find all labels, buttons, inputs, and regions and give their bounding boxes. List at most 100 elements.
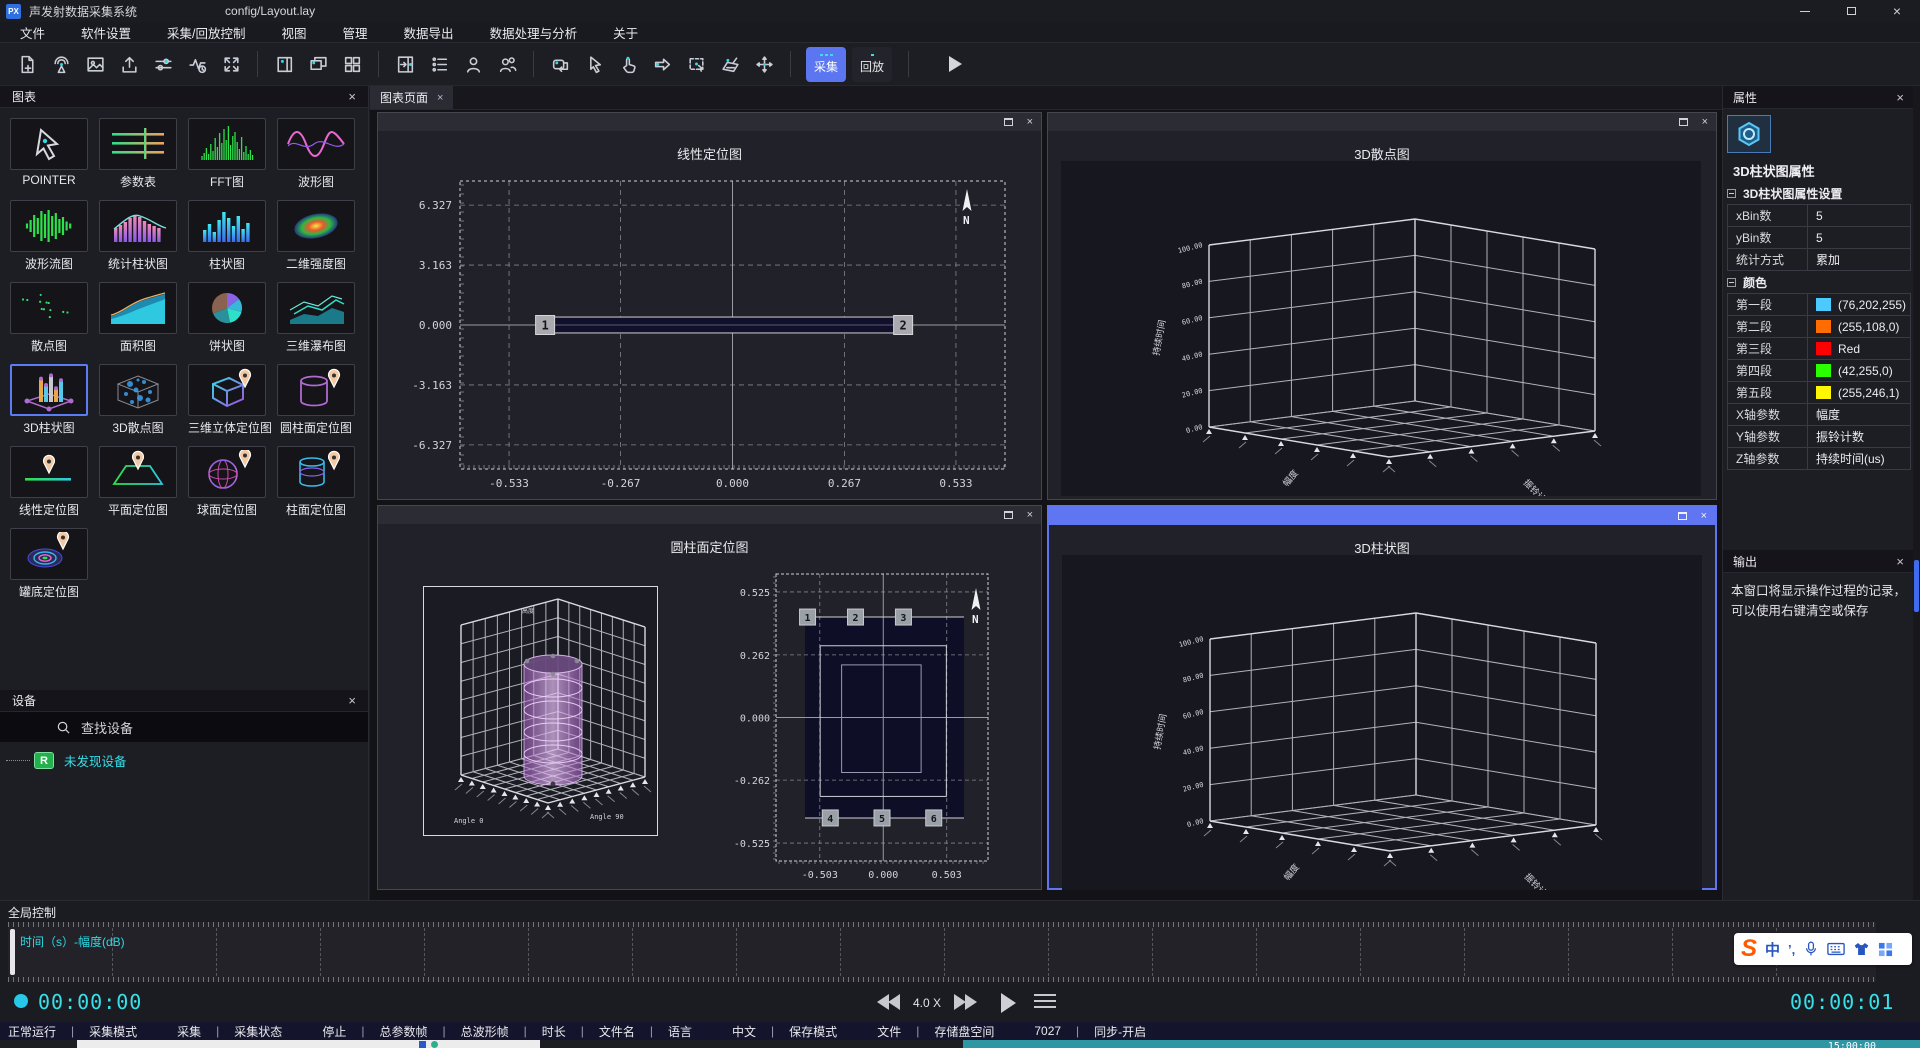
- step-forward-icon[interactable]: [645, 49, 679, 79]
- record-signal-icon[interactable]: [44, 49, 78, 79]
- property-value[interactable]: (255,246,1): [1808, 382, 1910, 403]
- property-row[interactable]: 统计方式 累加: [1728, 249, 1911, 271]
- toolbox-grid-icon[interactable]: [1878, 942, 1893, 957]
- property-row[interactable]: 第四段 (42,255,0): [1728, 360, 1911, 382]
- property-value[interactable]: (42,255,0): [1808, 360, 1910, 381]
- close-button[interactable]: ×: [1874, 0, 1920, 22]
- panel-linear-locator[interactable]: × 线性定位图 6.3273.1630.000-3.163-6.327-0.53…: [377, 112, 1042, 500]
- chart-type-area[interactable]: 面积图: [99, 282, 177, 354]
- chart-type-cylsurf-loc[interactable]: 柱面定位图: [277, 446, 355, 518]
- chart-type-line-loc[interactable]: 线性定位图: [10, 446, 88, 518]
- close-icon[interactable]: ×: [1701, 511, 1707, 522]
- property-value[interactable]: 累加: [1808, 249, 1910, 270]
- chart-type-tank-loc[interactable]: 罐底定位图: [10, 528, 88, 600]
- close-icon[interactable]: ×: [1027, 510, 1033, 521]
- property-row[interactable]: 第三段 Red: [1728, 338, 1911, 360]
- image-icon[interactable]: [78, 49, 112, 79]
- scrollbar[interactable]: [1913, 86, 1920, 900]
- section-header-0[interactable]: 3D柱状图属性设置: [1723, 182, 1914, 204]
- users-icon[interactable]: [490, 49, 524, 79]
- menu-item-1[interactable]: 软件设置: [81, 23, 131, 42]
- close-icon[interactable]: ×: [348, 89, 356, 104]
- ruler-tool-icon[interactable]: [713, 49, 747, 79]
- acquire-mode-button[interactable]: 采集: [806, 47, 846, 82]
- scrollbar-thumb[interactable]: [1914, 560, 1919, 612]
- chart-type-fft[interactable]: FFT图: [188, 118, 266, 190]
- microphone-icon[interactable]: [1803, 940, 1819, 958]
- ime-language-mode[interactable]: 中: [1765, 939, 1780, 960]
- section-header-1[interactable]: 颜色: [1723, 271, 1914, 293]
- property-row[interactable]: 第二段 (255,108,0): [1728, 316, 1911, 338]
- chart-type-cube-loc[interactable]: 三维立体定位图: [188, 364, 266, 436]
- list-view-icon[interactable]: [422, 49, 456, 79]
- ime-punctuation[interactable]: ’,: [1788, 942, 1795, 957]
- timeline-scrubber[interactable]: [10, 929, 15, 975]
- skin-shirt-icon[interactable]: [1853, 941, 1870, 957]
- property-value[interactable]: 持续时间(us): [1808, 448, 1910, 469]
- property-row[interactable]: 第一段 (76,202,255): [1728, 294, 1911, 316]
- wave-monitor-icon[interactable]: [180, 49, 214, 79]
- property-value[interactable]: (76,202,255): [1808, 294, 1910, 315]
- property-row[interactable]: X轴参数 幅度: [1728, 404, 1911, 426]
- maximize-button[interactable]: [1828, 0, 1874, 22]
- timeline-track[interactable]: 时间（s）-幅度(dB): [8, 922, 1876, 982]
- crosshair-icon[interactable]: [747, 49, 781, 79]
- chart-type-waveform[interactable]: 波形图: [277, 118, 355, 190]
- cursor-icon[interactable]: [577, 49, 611, 79]
- export-icon[interactable]: [112, 49, 146, 79]
- marquee-select-icon[interactable]: [679, 49, 713, 79]
- menu-item-6[interactable]: 数据处理与分析: [490, 23, 578, 42]
- chart-type-param-table[interactable]: 参数表: [99, 118, 177, 190]
- hand-icon[interactable]: [611, 49, 645, 79]
- property-value[interactable]: 振铃计数: [1808, 426, 1910, 447]
- tab-chart-page[interactable]: 图表页面 ×: [370, 86, 453, 109]
- chart-type-stat-bars[interactable]: 统计柱状图: [99, 200, 177, 272]
- link-loop-icon[interactable]: [543, 49, 577, 79]
- chart-type-pointer[interactable]: POINTER: [10, 118, 88, 190]
- menu-item-4[interactable]: 管理: [343, 23, 368, 42]
- panel-toggle-icon[interactable]: [388, 49, 422, 79]
- layout-grid-icon[interactable]: [335, 49, 369, 79]
- property-row[interactable]: xBin数 5: [1728, 205, 1911, 227]
- layout-single-icon[interactable]: [267, 49, 301, 79]
- property-value[interactable]: (255,108,0): [1808, 316, 1910, 337]
- settings-slider-icon[interactable]: [146, 49, 180, 79]
- menu-item-0[interactable]: 文件: [20, 23, 45, 42]
- chart-type-plane-loc[interactable]: 平面定位图: [99, 446, 177, 518]
- property-row[interactable]: yBin数 5: [1728, 227, 1911, 249]
- close-icon[interactable]: ×: [348, 693, 356, 708]
- new-file-icon[interactable]: [10, 49, 44, 79]
- close-icon[interactable]: ×: [1702, 117, 1708, 128]
- chart-type-scatter[interactable]: 散点图: [10, 282, 88, 354]
- restore-icon[interactable]: [1678, 512, 1687, 520]
- layout-cascade-icon[interactable]: [301, 49, 335, 79]
- chart-type-waveflow[interactable]: 波形流图: [10, 200, 88, 272]
- ime-toolbar[interactable]: S 中 ’,: [1734, 933, 1912, 965]
- chart-type-sphere-loc[interactable]: 球面定位图: [188, 446, 266, 518]
- property-row[interactable]: 第五段 (255,246,1): [1728, 382, 1911, 404]
- chart-type-intensity[interactable]: 二维强度图: [277, 200, 355, 272]
- chart-type-scatter3d[interactable]: 3D散点图: [99, 364, 177, 436]
- device-search-input[interactable]: 查找设备: [0, 712, 368, 742]
- chart-type-cylface-loc[interactable]: 圆柱面定位图: [277, 364, 355, 436]
- collapse-icon[interactable]: [1727, 189, 1736, 198]
- object-type-tile[interactable]: [1727, 115, 1771, 153]
- collapse-icon[interactable]: [1727, 278, 1736, 287]
- panel-3d-bar[interactable]: × 3D柱状图 100.0080.0060.0040.0020.000.00持续…: [1047, 505, 1717, 890]
- property-value[interactable]: 5: [1808, 227, 1910, 248]
- transport-menu-button[interactable]: [1034, 994, 1056, 1012]
- property-value[interactable]: Red: [1808, 338, 1910, 359]
- skip-forward-button[interactable]: [950, 991, 980, 1013]
- tab-close-icon[interactable]: ×: [437, 92, 443, 104]
- playback-mode-button[interactable]: 回放: [852, 47, 892, 82]
- expand-icon[interactable]: [214, 49, 248, 79]
- restore-icon[interactable]: [1004, 511, 1013, 519]
- panel-3d-scatter[interactable]: × 3D散点图 100.0080.0060.0040.0020.000.00持续…: [1047, 112, 1717, 500]
- menu-item-3[interactable]: 视图: [282, 23, 307, 42]
- restore-icon[interactable]: [1004, 118, 1013, 126]
- menu-item-7[interactable]: 关于: [613, 23, 638, 42]
- chart-type-bars[interactable]: 柱状图: [188, 200, 266, 272]
- chart-type-bar3d[interactable]: 3D柱状图: [10, 364, 88, 436]
- property-row[interactable]: Y轴参数 振铃计数: [1728, 426, 1911, 448]
- restore-icon[interactable]: [1679, 118, 1688, 126]
